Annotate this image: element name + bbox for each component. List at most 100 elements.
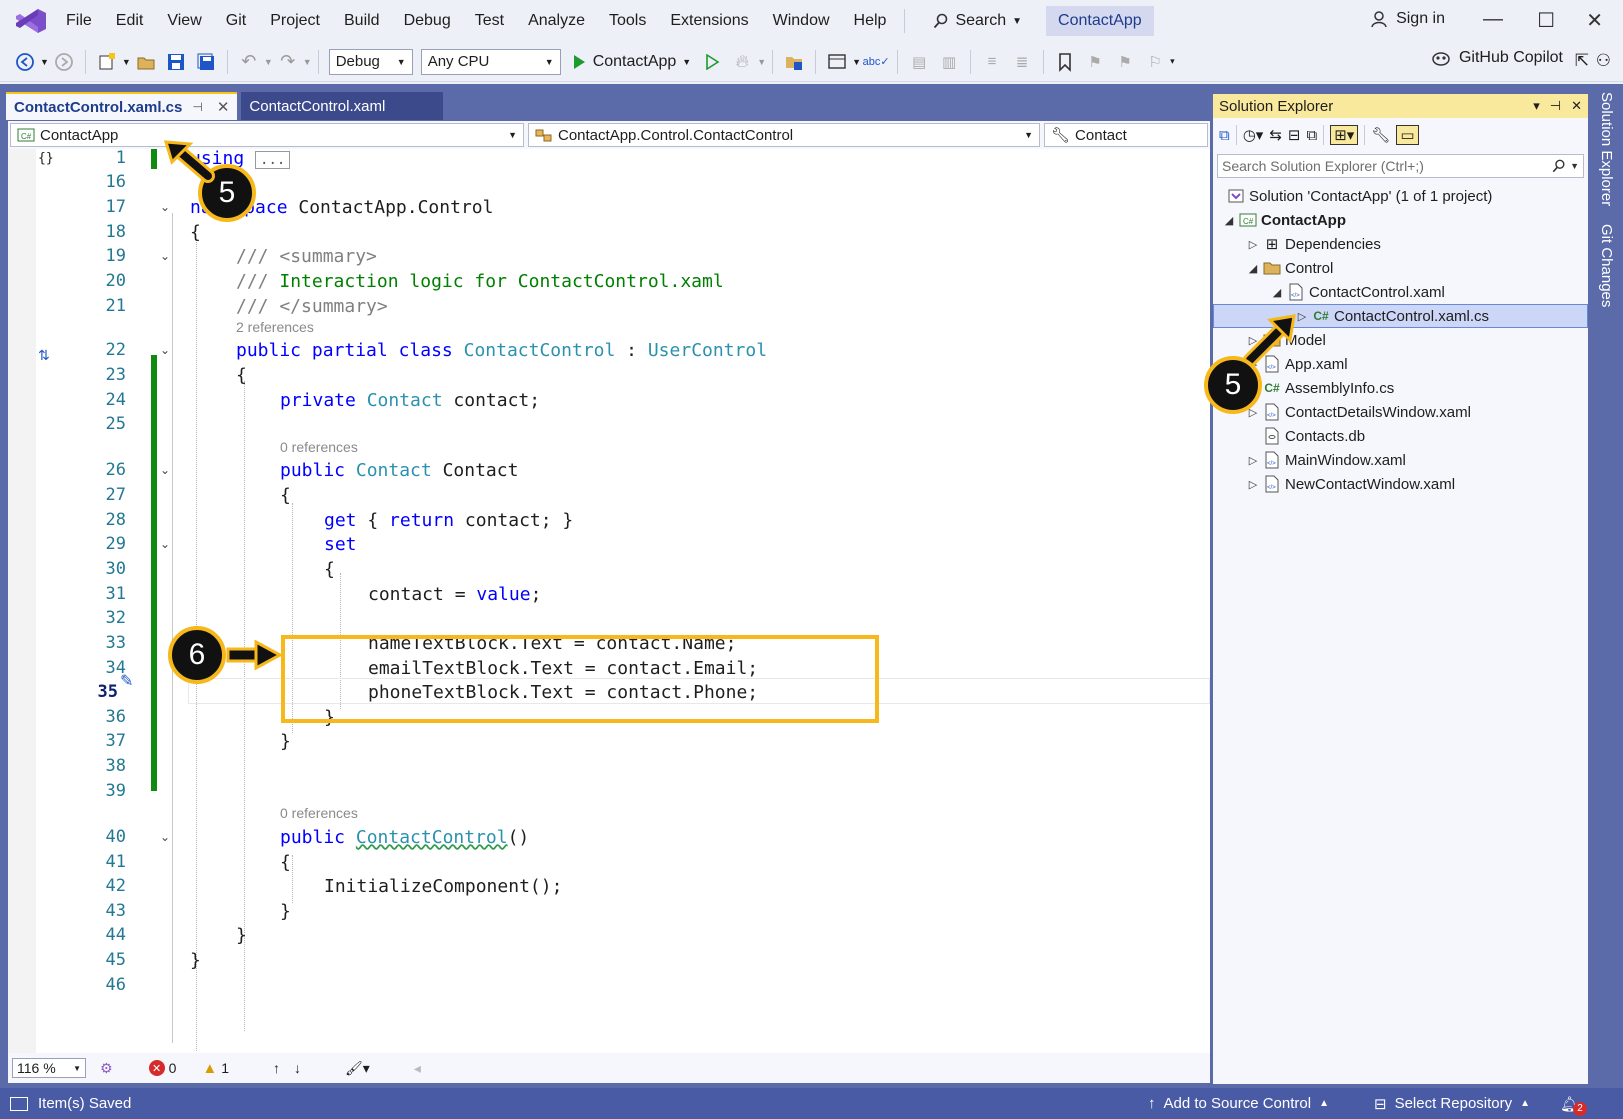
collapse-icon[interactable]: ⌄ <box>160 830 170 844</box>
tree-item-control-folder[interactable]: ◢ Control <box>1213 256 1588 280</box>
chevron-down-icon[interactable]: ▼ <box>1570 161 1579 171</box>
maximize-icon[interactable]: ☐ <box>1537 8 1555 33</box>
tree-item-contacts-db[interactable]: Contacts.db <box>1213 424 1588 448</box>
solution-search-input[interactable]: Search Solution Explorer (Ctrl+;) ▼ <box>1217 154 1584 178</box>
chevron-down-icon[interactable]: ▼ <box>40 57 49 67</box>
type-dropdown[interactable]: ContactApp.Control.ContactControl ▼ <box>528 123 1040 147</box>
menu-debug[interactable]: Debug <box>392 12 463 30</box>
member-dropdown[interactable]: 🔧︎ Contact <box>1044 123 1208 147</box>
code-editor[interactable]: {} ⇅ ✎ 1 using ... 16 17 namespace Conta… <box>8 149 1210 1053</box>
tab-contactcontrol-xaml[interactable]: ContactControl.xaml <box>241 92 444 120</box>
preview-icon[interactable]: ▭ <box>1396 125 1419 145</box>
scroll-left-icon[interactable]: ◂ <box>414 1060 421 1077</box>
close-icon[interactable]: ✕ <box>1571 98 1582 114</box>
uncomment-icon[interactable]: ▥ <box>936 49 962 75</box>
menu-build[interactable]: Build <box>332 12 392 30</box>
collapsed-arrow-icon[interactable]: ▷ <box>1247 238 1259 251</box>
collapsed-arrow-icon[interactable]: ▷ <box>1247 478 1259 491</box>
error-count[interactable]: ✕ 0 <box>148 1060 176 1076</box>
menu-help[interactable]: Help <box>842 12 899 30</box>
pin-icon[interactable]: ⊣ <box>1550 98 1561 114</box>
expanded-arrow-icon[interactable]: ◢ <box>1223 214 1235 227</box>
undo-icon[interactable]: ↶ <box>236 49 262 75</box>
open-folder-icon[interactable] <box>133 49 159 75</box>
close-window-icon[interactable]: ✕ <box>1586 8 1603 33</box>
bookmark-icon[interactable] <box>1052 49 1078 75</box>
tree-item-assemblyinfo[interactable]: C# AssemblyInfo.cs <box>1213 376 1588 400</box>
solution-folder-icon[interactable] <box>781 49 807 75</box>
navigate-forward-icon[interactable] <box>51 49 77 75</box>
expanded-arrow-icon[interactable]: ◢ <box>1271 286 1283 299</box>
tree-item-mainwindow[interactable]: ▷ </> MainWindow.xaml <box>1213 448 1588 472</box>
tree-item-contactcontrol-xaml[interactable]: ◢ </> ContactControl.xaml <box>1213 280 1588 304</box>
chevron-down-icon[interactable]: ▼ <box>122 57 131 67</box>
pending-changes-icon[interactable]: ◷▾ <box>1243 126 1264 144</box>
side-tab-git-changes[interactable]: Git Changes <box>1598 224 1615 307</box>
menu-git[interactable]: Git <box>214 12 258 30</box>
health-icon[interactable]: ⚙ <box>100 1060 113 1077</box>
new-project-icon[interactable] <box>94 49 120 75</box>
next-bookmark-icon[interactable]: ⚑ <box>1112 49 1138 75</box>
menu-project[interactable]: Project <box>258 12 332 30</box>
tree-item-solution[interactable]: Solution 'ContactApp' (1 of 1 project) <box>1213 184 1588 208</box>
indent-icon[interactable]: ≣ <box>1009 49 1035 75</box>
select-repository-button[interactable]: ⊟ Select Repository ▲ <box>1374 1095 1530 1113</box>
search-menu[interactable]: Search ▼ <box>923 12 1032 30</box>
hot-reload-icon[interactable]: 🔥︎ <box>729 49 755 75</box>
codelens-references[interactable]: 2 references <box>236 319 314 339</box>
add-to-source-control-button[interactable]: ↑ Add to Source Control ▲ <box>1148 1095 1329 1112</box>
navigate-back-icon[interactable] <box>12 49 38 75</box>
switch-views-icon[interactable]: ⧉ <box>1219 127 1230 144</box>
close-icon[interactable]: ✕ <box>217 98 230 116</box>
collapse-icon[interactable]: ⌄ <box>160 537 170 551</box>
chevron-down-icon[interactable]: ▼ <box>303 57 312 67</box>
arrow-down-icon[interactable]: ↓ <box>294 1060 301 1076</box>
github-copilot-button[interactable]: GitHub Copilot <box>1431 49 1563 67</box>
spell-check-icon[interactable]: abc✓ <box>863 49 890 75</box>
collapse-icon[interactable]: ⌄ <box>160 249 170 263</box>
collapse-icon[interactable]: ⌄ <box>160 463 170 477</box>
menu-file[interactable]: File <box>54 12 104 30</box>
save-icon[interactable] <box>163 49 189 75</box>
save-all-icon[interactable] <box>193 49 219 75</box>
outdent-icon[interactable]: ≡ <box>979 49 1005 75</box>
collapsed-arrow-icon[interactable]: ▷ <box>1247 454 1259 467</box>
codelens-references[interactable]: 0 references <box>280 439 358 459</box>
menu-extensions[interactable]: Extensions <box>658 12 760 30</box>
toolbar-overflow-icon[interactable]: ▾ <box>1170 56 1175 67</box>
menu-tools[interactable]: Tools <box>597 12 658 30</box>
sign-in-button[interactable]: Sign in <box>1370 10 1445 28</box>
show-all-files-icon[interactable]: ⧉ <box>1307 127 1318 144</box>
codelens-references[interactable]: 0 references <box>280 805 358 825</box>
properties-wrench-icon[interactable]: 🔧︎ <box>1371 126 1390 144</box>
pin-icon[interactable]: ⊣ <box>192 100 202 114</box>
redo-icon[interactable]: ↷ <box>275 49 301 75</box>
chevron-down-icon[interactable]: ▼ <box>264 57 273 67</box>
platform-select[interactable]: Any CPU ▼ <box>420 48 561 75</box>
tab-contactcontrol-xaml-cs[interactable]: ContactControl.xaml.cs ⊣ ✕ <box>6 92 238 120</box>
menu-view[interactable]: View <box>155 12 213 30</box>
collapse-all-icon[interactable]: ⊟ <box>1288 126 1301 144</box>
collapse-icon[interactable]: ⌄ <box>160 200 170 214</box>
zoom-select[interactable]: 116 % ▼ <box>12 1058 86 1078</box>
comment-icon[interactable]: ▤ <box>906 49 932 75</box>
menu-analyze[interactable]: Analyze <box>516 12 597 30</box>
arrow-up-icon[interactable]: ↑ <box>273 1060 280 1076</box>
tree-item-dependencies[interactable]: ▷ ⊞ Dependencies <box>1213 232 1588 256</box>
tree-item-newcontactwindow[interactable]: ▷ </> NewContactWindow.xaml <box>1213 472 1588 496</box>
chevron-down-icon[interactable]: ▼ <box>757 57 766 67</box>
previous-bookmark-icon[interactable]: ⚑ <box>1082 49 1108 75</box>
clear-bookmarks-icon[interactable]: ⚐ <box>1142 49 1168 75</box>
warning-count[interactable]: ▲ 1 <box>202 1060 229 1077</box>
start-without-debugging-icon[interactable] <box>699 49 725 75</box>
code-cleanup-icon[interactable]: 🖌︎▾ <box>345 1060 370 1077</box>
configuration-select[interactable]: Debug ▼ <box>328 48 413 75</box>
layout-icon[interactable] <box>824 49 850 75</box>
tree-item-project[interactable]: ◢ C# ContactApp <box>1213 208 1588 232</box>
panel-menu-icon[interactable]: ▾ <box>1533 98 1540 114</box>
filter-icon[interactable]: ⊞▾ <box>1330 125 1359 145</box>
start-debugging-button[interactable]: ContactApp ▼ <box>571 53 691 71</box>
side-tab-solution-explorer[interactable]: Solution Explorer <box>1598 92 1615 206</box>
admin-icon[interactable]: ⚇ <box>1596 51 1611 71</box>
menu-test[interactable]: Test <box>463 12 516 30</box>
